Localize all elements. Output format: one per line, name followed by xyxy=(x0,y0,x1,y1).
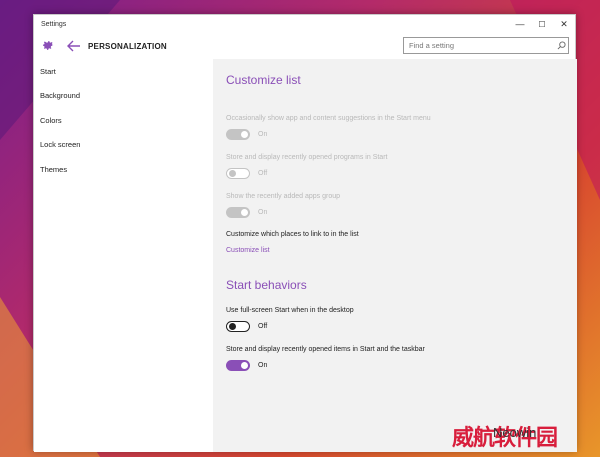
search-box[interactable]: Find a setting xyxy=(403,37,569,54)
toggle-knob xyxy=(241,362,248,369)
page-title: PERSONALIZATION xyxy=(88,41,167,51)
toggle-knob xyxy=(241,209,248,216)
window-title: Settings xyxy=(41,20,67,28)
search-input[interactable]: Find a setting xyxy=(404,41,554,50)
customize-list-link[interactable]: Customize list xyxy=(226,247,270,254)
close-button[interactable]: ✕ xyxy=(553,15,575,33)
recent-programs-toggle[interactable] xyxy=(226,168,250,179)
sidebar-item-themes[interactable]: Themes xyxy=(34,157,213,182)
recent-programs-setting-label: Store and display recently opened progra… xyxy=(226,154,388,161)
page-header: PERSONALIZATION Find a setting xyxy=(34,33,575,59)
neowin-logo: Neowin xyxy=(493,425,537,440)
title-bar: Settings — ☐ ✕ xyxy=(34,15,575,33)
minimize-button[interactable]: — xyxy=(509,15,531,33)
search-icon[interactable] xyxy=(554,39,568,53)
recently-added-setting-label: Show the recently added apps group xyxy=(226,193,341,200)
sidebar-item-colors[interactable]: Colors xyxy=(34,108,213,133)
recent-programs-toggle-state: Off xyxy=(258,170,268,177)
gear-icon xyxy=(40,38,56,54)
fullscreen-toggle[interactable] xyxy=(226,321,250,332)
toggle-knob xyxy=(241,131,248,138)
suggestions-toggle-state: On xyxy=(258,131,268,138)
customize-list-heading: Customize list xyxy=(226,73,301,87)
sidebar: Start Background Colors Lock screen Them… xyxy=(34,59,213,452)
toggle-knob xyxy=(229,323,236,330)
sidebar-item-start[interactable]: Start xyxy=(34,59,213,84)
recent-items-setting-label: Store and display recently opened items … xyxy=(226,346,425,353)
places-label: Customize which places to link to in the… xyxy=(226,231,359,238)
suggestions-toggle[interactable] xyxy=(226,129,250,140)
sidebar-item-background[interactable]: Background xyxy=(34,84,213,109)
recent-items-toggle[interactable] xyxy=(226,360,250,371)
settings-content: Customize list Occasionally show app and… xyxy=(213,59,577,452)
recent-items-toggle-state: On xyxy=(258,362,268,369)
maximize-button[interactable]: ☐ xyxy=(531,15,553,33)
suggestions-setting-label: Occasionally show app and content sugges… xyxy=(226,115,431,122)
fullscreen-setting-label: Use full-screen Start when in the deskto… xyxy=(226,307,354,314)
back-arrow-icon[interactable] xyxy=(66,38,82,54)
recently-added-toggle-state: On xyxy=(258,209,268,216)
sidebar-item-lock-screen[interactable]: Lock screen xyxy=(34,133,213,158)
toggle-knob xyxy=(229,170,236,177)
recently-added-toggle[interactable] xyxy=(226,207,250,218)
start-behaviors-heading: Start behaviors xyxy=(226,278,307,292)
settings-window: Settings — ☐ ✕ PERSONALIZATION Find a se… xyxy=(33,14,577,452)
fullscreen-toggle-state: Off xyxy=(258,323,268,330)
